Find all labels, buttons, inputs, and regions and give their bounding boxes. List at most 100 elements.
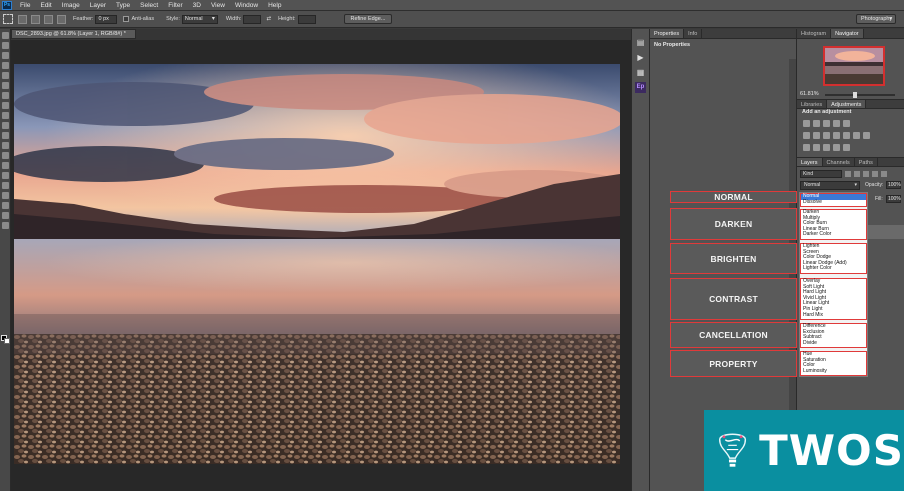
- quick-select-tool-icon[interactable]: [2, 62, 9, 69]
- options-bar: Feather: 0 px Anti-alias Style: Normal W…: [0, 11, 904, 28]
- blend-option[interactable]: Hard Mix: [801, 312, 866, 319]
- clone-stamp-tool-icon[interactable]: [2, 112, 9, 119]
- selective-color-icon[interactable]: [833, 144, 840, 151]
- gradient-map-icon[interactable]: [823, 144, 830, 151]
- vibrance-icon[interactable]: [843, 120, 850, 127]
- menu-filter[interactable]: Filter: [163, 2, 187, 9]
- tab-channels[interactable]: Channels: [823, 158, 855, 166]
- posterize-icon[interactable]: [803, 144, 810, 151]
- tab-adjustments[interactable]: Adjustments: [827, 100, 867, 108]
- blur-tool-icon[interactable]: [2, 152, 9, 159]
- opacity-input[interactable]: 100%: [886, 181, 901, 189]
- menu-3d[interactable]: 3D: [188, 2, 206, 9]
- curves-icon[interactable]: [823, 120, 830, 127]
- zoom-tool-icon[interactable]: [2, 222, 9, 229]
- menu-type[interactable]: Type: [111, 2, 135, 9]
- black-white-icon[interactable]: [823, 132, 830, 139]
- menu-help[interactable]: Help: [263, 2, 286, 9]
- extension-panel-icon[interactable]: Ep: [635, 82, 646, 93]
- shadows-highlights-icon[interactable]: [843, 144, 850, 151]
- menu-edit[interactable]: Edit: [35, 2, 56, 9]
- refine-edge-button[interactable]: Refine Edge...: [343, 14, 393, 24]
- history-panel-icon[interactable]: ▤: [635, 37, 646, 48]
- fill-input[interactable]: 100%: [886, 195, 901, 203]
- blend-option[interactable]: Luminosity: [801, 368, 866, 375]
- color-balance-icon[interactable]: [813, 132, 820, 139]
- swap-icon[interactable]: ⇄: [266, 16, 271, 22]
- tab-histogram[interactable]: Histogram: [797, 29, 832, 38]
- style-select[interactable]: Normal: [181, 14, 218, 24]
- tab-paths[interactable]: Paths: [855, 158, 878, 166]
- navigator-zoom-slider[interactable]: [825, 92, 895, 98]
- marquee-tool-icon[interactable]: [2, 42, 9, 49]
- menu-image[interactable]: Image: [57, 2, 85, 9]
- blend-option[interactable]: Dissolve: [801, 199, 866, 206]
- background-color-swatch[interactable]: [4, 338, 10, 344]
- gradient-tool-icon[interactable]: [2, 142, 9, 149]
- channel-mixer-icon[interactable]: [843, 132, 850, 139]
- menu-layer[interactable]: Layer: [85, 2, 111, 9]
- feather-input[interactable]: 0 px: [95, 14, 118, 24]
- filter-type-icon[interactable]: [863, 170, 869, 177]
- tab-properties[interactable]: Properties: [650, 29, 685, 38]
- invert-icon[interactable]: [863, 132, 870, 139]
- selected-layer-row[interactable]: [867, 225, 904, 239]
- new-selection-icon[interactable]: [18, 14, 27, 24]
- pen-tool-icon[interactable]: [2, 172, 9, 179]
- subtract-from-selection-icon[interactable]: [44, 14, 53, 24]
- document-tab[interactable]: DSC_2893.jpg @ 61.8% (Layer 1, RGB/8#) *: [11, 29, 136, 39]
- dodge-tool-icon[interactable]: [2, 162, 9, 169]
- layer-kind-filter[interactable]: Kind: [800, 169, 842, 178]
- filter-pixel-icon[interactable]: [845, 170, 851, 177]
- tab-navigator[interactable]: Navigator: [831, 29, 864, 38]
- menu-file[interactable]: File: [15, 2, 35, 9]
- healing-brush-tool-icon[interactable]: [2, 92, 9, 99]
- exposure-icon[interactable]: [833, 120, 840, 127]
- navigator-thumbnail[interactable]: [823, 46, 885, 86]
- tab-layers[interactable]: Layers: [797, 158, 823, 166]
- blend-mode-select[interactable]: Normal: [800, 181, 860, 190]
- levels-icon[interactable]: [813, 120, 820, 127]
- antialias-checkbox[interactable]: [123, 16, 130, 22]
- brightness-contrast-icon[interactable]: [803, 120, 810, 127]
- tab-info[interactable]: Info: [684, 29, 703, 38]
- type-tool-icon[interactable]: [2, 182, 9, 189]
- no-properties-text: No Properties: [654, 42, 691, 48]
- filter-smart-object-icon[interactable]: [881, 170, 887, 177]
- hue-saturation-icon[interactable]: [803, 132, 810, 139]
- eraser-tool-icon[interactable]: [2, 132, 9, 139]
- width-input[interactable]: [243, 14, 262, 24]
- menu-select[interactable]: Select: [135, 2, 163, 9]
- filter-shape-icon[interactable]: [872, 170, 878, 177]
- properties-panel-icon[interactable]: ▦: [635, 67, 646, 78]
- photo-filter-icon[interactable]: [833, 132, 840, 139]
- blend-option[interactable]: Darker Color: [801, 232, 866, 238]
- intersect-selection-icon[interactable]: [57, 14, 66, 24]
- menu-window[interactable]: Window: [230, 2, 263, 9]
- shape-tool-icon[interactable]: [2, 202, 9, 209]
- hand-tool-icon[interactable]: [2, 212, 9, 219]
- add-to-selection-icon[interactable]: [31, 14, 40, 24]
- adjustment-icons-row-2: [803, 132, 870, 139]
- color-lookup-icon[interactable]: [853, 132, 860, 139]
- photoshop-logo-icon: Ps: [2, 0, 12, 10]
- navigator-zoom-value[interactable]: 61.81%: [800, 91, 819, 97]
- lasso-tool-icon[interactable]: [2, 52, 9, 59]
- threshold-icon[interactable]: [813, 144, 820, 151]
- filter-adjustment-icon[interactable]: [854, 170, 860, 177]
- height-input[interactable]: [297, 14, 316, 24]
- blend-option[interactable]: Divide: [801, 340, 866, 347]
- eyedropper-tool-icon[interactable]: [2, 82, 9, 89]
- menu-view[interactable]: View: [206, 2, 230, 9]
- brush-tool-icon[interactable]: [2, 102, 9, 109]
- blend-option[interactable]: Lighter Color: [801, 266, 866, 272]
- history-brush-tool-icon[interactable]: [2, 122, 9, 129]
- workspace-select[interactable]: Photography: [856, 14, 896, 24]
- marquee-tool-icon[interactable]: [3, 14, 13, 24]
- crop-tool-icon[interactable]: [2, 72, 9, 79]
- path-selection-tool-icon[interactable]: [2, 192, 9, 199]
- category-cancellation-label: CANCELLATION: [670, 322, 797, 348]
- move-tool-icon[interactable]: [2, 32, 9, 39]
- actions-play-icon[interactable]: ▶: [635, 52, 646, 63]
- tab-libraries[interactable]: Libraries: [797, 100, 828, 108]
